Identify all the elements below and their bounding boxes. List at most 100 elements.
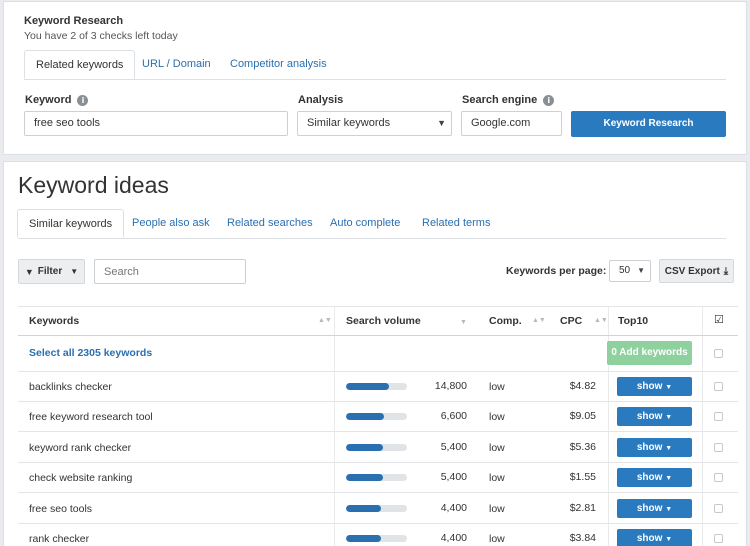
volume-bar (346, 444, 407, 451)
show-top10-button[interactable]: show ▼ (617, 468, 692, 487)
chevron-down-icon: ▼ (437, 118, 446, 128)
table-row: rank checker 4,400 low $3.84 show ▼ (18, 524, 738, 546)
per-page-select[interactable]: 50 ▼ (609, 260, 651, 282)
panel-title: Keyword Research (24, 15, 124, 27)
show-top10-button[interactable]: show ▼ (617, 407, 692, 426)
show-top10-button[interactable]: show ▼ (617, 499, 692, 518)
keyword-cell: check website ranking (29, 472, 133, 484)
chevron-down-icon: ▼ (70, 267, 79, 276)
comp-cell: low (489, 381, 505, 393)
volume-bar-fill (346, 535, 382, 542)
checkbox-checked-icon[interactable]: ☑ (714, 313, 724, 326)
volume-cell: 4,400 (440, 502, 467, 514)
sort-icon[interactable]: ▲▼ (594, 317, 608, 324)
keywords-table: Keywords ▲▼ Search volume ▼ Comp. ▲▼ CPC… (18, 306, 738, 546)
tab-auto-complete[interactable]: Auto complete (319, 209, 411, 238)
volume-cell: 14,800 (434, 380, 467, 392)
chevron-down-icon: ▼ (665, 506, 673, 513)
col-comp-header[interactable]: Comp. (489, 315, 522, 327)
col-cpc-header[interactable]: CPC (560, 315, 582, 327)
row-checkbox[interactable] (714, 382, 723, 391)
row-checkbox[interactable] (714, 473, 723, 482)
per-page-label: Keywords per page: (506, 265, 607, 277)
volume-bar-fill (346, 474, 383, 481)
row-checkbox[interactable] (714, 504, 723, 513)
sort-desc-icon[interactable]: ▼ (460, 319, 467, 326)
tab-related-keywords[interactable]: Related keywords (24, 50, 136, 79)
table-row: free keyword research tool 6,600 low $9.05 s… (18, 402, 738, 432)
search-input[interactable] (94, 259, 246, 284)
volume-bar (346, 413, 407, 420)
analysis-select[interactable]: Similar keywords ▼ (297, 111, 452, 136)
chevron-down-icon: ▼ (665, 445, 673, 452)
info-icon[interactable]: i (543, 94, 555, 106)
row-checkbox[interactable] (714, 534, 723, 543)
tab-people-also-ask[interactable]: People also ask (121, 209, 221, 238)
sort-icon[interactable]: ▲▼ (532, 317, 546, 324)
keyword-research-button[interactable]: Keyword Research (571, 111, 726, 137)
tab-competitor-analysis[interactable]: Competitor analysis (219, 50, 338, 79)
chevron-down-icon: ▼ (637, 266, 645, 275)
csv-export-button[interactable]: CSV Export ⤓ (659, 259, 734, 283)
keyword-research-panel: Keyword Research You have 2 of 3 checks … (3, 1, 747, 155)
tab-similar-keywords[interactable]: Similar keywords (17, 209, 125, 238)
tab-related-terms[interactable]: Related terms (411, 209, 501, 238)
volume-cell: 6,600 (440, 410, 467, 422)
table-row: free seo tools 4,400 low $2.81 show ▼ (18, 494, 738, 524)
keyword-cell: free seo tools (29, 503, 93, 515)
keyword-label: Keyword i (25, 94, 89, 106)
tab-divider (18, 238, 726, 239)
cpc-cell: $4.82 (569, 380, 596, 392)
chevron-down-icon: ▼ (665, 384, 673, 391)
filter-button[interactable]: ▼ Filter ▼ (18, 259, 85, 284)
show-top10-button[interactable]: show ▼ (617, 438, 692, 457)
volume-cell: 4,400 (440, 532, 467, 544)
cpc-cell: $9.05 (569, 410, 596, 422)
tab-divider (24, 79, 726, 80)
cpc-cell: $3.84 (569, 532, 596, 544)
search-engine-label: Search engine i (462, 94, 555, 106)
show-top10-button[interactable]: show ▼ (617, 529, 692, 546)
keyword-input[interactable]: free seo tools (24, 111, 288, 136)
cpc-cell: $5.36 (569, 441, 596, 453)
volume-bar-fill (346, 505, 382, 512)
col-volume-header[interactable]: Search volume (346, 315, 421, 327)
info-icon[interactable]: i (77, 94, 89, 106)
show-top10-button[interactable]: show ▼ (617, 377, 692, 396)
keyword-cell: keyword rank checker (29, 442, 132, 454)
chevron-down-icon: ▼ (665, 536, 673, 543)
add-keywords-button[interactable]: 0 Add keywords (607, 341, 692, 365)
checks-left-text: You have 2 of 3 checks left today (24, 30, 178, 42)
tab-related-searches[interactable]: Related searches (216, 209, 324, 238)
col-keywords-header[interactable]: Keywords (29, 315, 79, 327)
keyword-cell: free keyword research tool (29, 411, 153, 423)
cpc-cell: $1.55 (569, 471, 596, 483)
search-engine-input[interactable]: Google.com (461, 111, 562, 136)
download-icon: ⤓ (723, 265, 729, 277)
row-checkbox[interactable] (714, 443, 723, 452)
keyword-cell: rank checker (29, 533, 90, 545)
comp-cell: low (489, 472, 505, 484)
keyword-ideas-panel: Keyword ideas Similar keywords People al… (3, 161, 747, 546)
table-row: backlinks checker 14,800 low $4.82 show ▼ (18, 372, 738, 402)
analysis-label: Analysis (298, 94, 344, 106)
table-row: keyword rank checker 5,400 low $5.36 show ▼ (18, 433, 738, 463)
volume-bar (346, 535, 407, 542)
volume-bar-fill (346, 444, 383, 451)
comp-cell: low (489, 533, 505, 545)
comp-cell: low (489, 442, 505, 454)
comp-cell: low (489, 503, 505, 515)
volume-cell: 5,400 (440, 471, 467, 483)
volume-bar-fill (346, 413, 384, 420)
col-top10-header: Top10 (618, 315, 649, 327)
cpc-cell: $2.81 (569, 502, 596, 514)
sort-icon[interactable]: ▲▼ (318, 317, 332, 324)
select-all-checkbox[interactable] (714, 349, 723, 358)
keyword-cell: backlinks checker (29, 381, 112, 393)
row-checkbox[interactable] (714, 412, 723, 421)
select-all-link[interactable]: Select all 2305 keywords (29, 347, 152, 359)
tab-url-domain[interactable]: URL / Domain (131, 50, 222, 79)
volume-bar-fill (346, 383, 389, 390)
page-title: Keyword ideas (18, 172, 169, 198)
volume-cell: 5,400 (440, 441, 467, 453)
